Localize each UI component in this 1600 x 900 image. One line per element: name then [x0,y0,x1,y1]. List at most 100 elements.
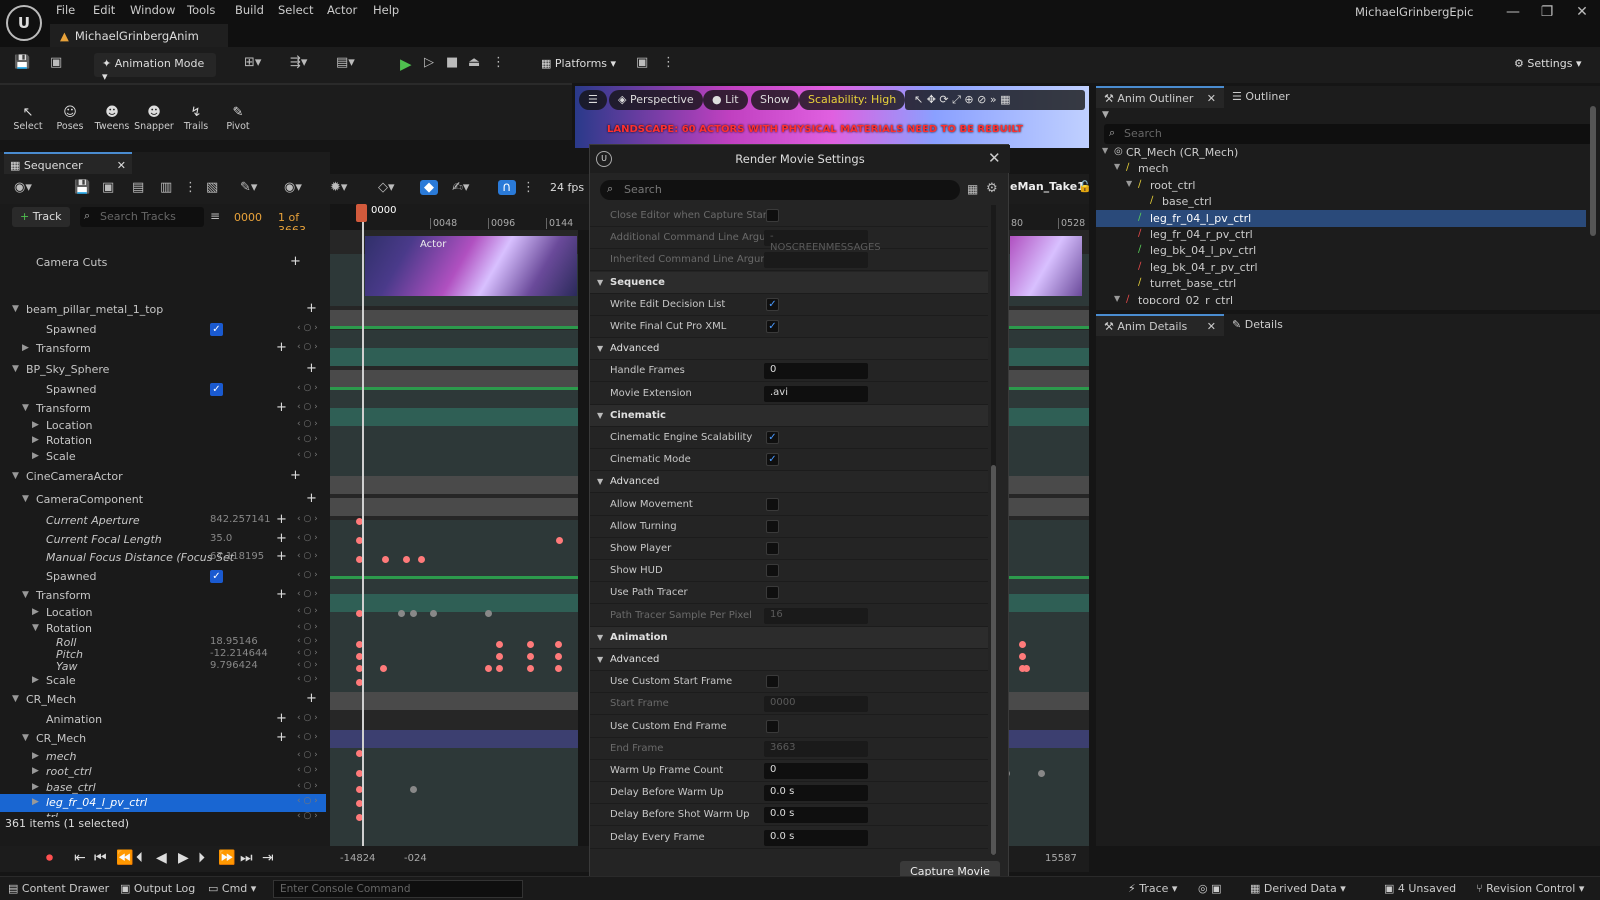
revision-control-button[interactable]: ⑂ Revision Control ▾ [1476,882,1584,895]
range-end[interactable]: 15587 [1045,853,1077,864]
filter-icon[interactable]: ≡ [210,209,220,223]
keyframe-nav-icon[interactable]: ‹ ○ › [297,551,318,561]
gear-icon[interactable]: ⚙ [986,181,998,196]
step-back-icon[interactable]: ⏴ [136,850,143,866]
keyframe[interactable] [418,556,425,563]
prev-frame-icon[interactable]: ⏪ [116,850,133,866]
keyframe-nav-icon[interactable]: ‹ ○ › [297,622,318,632]
outliner-item[interactable]: ▼ ◎ CR_Mech (CR_Mech) [1096,144,1586,161]
chevron-down-icon[interactable]: ▼ [597,411,603,420]
keyframe-nav-icon[interactable]: ‹ ○ › [297,781,318,791]
content-drawer-button[interactable]: ▤ Content Drawer [8,882,109,895]
track-row[interactable]: ▼ Transform + ‹ ○ › [0,400,326,418]
outliner-filter-icon[interactable]: ▼ [1102,110,1109,120]
track-row[interactable]: Manual Focus Distance (Focus Set 67.11819… [0,549,326,567]
keyframe[interactable] [430,610,437,617]
track-row[interactable]: ▼ Transform + ‹ ○ › [0,587,326,605]
keyframe-nav-icon[interactable]: ‹ ○ › [297,796,318,806]
keyframe[interactable] [1019,641,1026,648]
add-key-icon[interactable]: + [276,340,287,355]
setting-checkbox[interactable]: ✓ [766,431,779,444]
cinematics-icon[interactable]: ▤▾ [336,55,355,75]
keyframe-nav-icon[interactable]: ‹ ○ › [297,660,318,670]
timeline-lane[interactable] [330,370,578,388]
keyframe[interactable] [382,556,389,563]
add-key-icon[interactable]: + [276,400,287,415]
add-key-icon[interactable]: + [276,711,287,726]
outliner-scrollbar[interactable] [1590,106,1596,236]
track-row[interactable]: Current Aperture 842.257141 + ‹ ○ › [0,512,326,530]
scalability-button[interactable]: Scalability: High [799,90,906,110]
playhead-handle[interactable] [356,204,367,222]
chevron-right-icon[interactable]: ▶ [32,420,39,430]
keyframe[interactable] [555,653,562,660]
timeline-lane[interactable] [330,408,578,426]
chevron-down-icon[interactable]: ▼ [1114,162,1120,171]
outliner-item[interactable]: ∕ turret_base_ctrl [1096,275,1586,292]
mode-pivot-button[interactable]: ✎ Pivot [218,105,258,132]
keyframe-nav-icon[interactable]: ‹ ○ › [297,713,318,723]
timeline-lane[interactable] [330,390,578,408]
menu-actor[interactable]: Actor [327,3,357,19]
seq-more-icon[interactable]: ⋮ [184,180,197,195]
add-key-icon[interactable]: + [276,512,287,527]
track-row[interactable]: ▼ CR_Mech + [0,691,326,709]
mode-selector[interactable]: ✦ Animation Mode ▾ [94,53,216,83]
mode-tweens-button[interactable]: ☻ Tweens [92,105,132,132]
track-row[interactable]: Animation + ‹ ○ › [0,711,326,729]
save-icon[interactable]: 💾 [14,55,30,75]
track-row[interactable]: ▼ CameraComponent + [0,491,326,509]
timeline-lane[interactable] [330,748,578,846]
unreal-logo-icon[interactable]: U [6,5,42,41]
chevron-down-icon[interactable]: ▼ [22,590,29,600]
search-tracks-input[interactable]: ⌕ Search Tracks [80,207,204,227]
table-view-icon[interactable]: ▦ [967,182,978,196]
keyframe[interactable] [527,653,534,660]
add-key-icon[interactable]: + [306,361,317,376]
outliner-item[interactable]: ∕ leg_bk_04_l_pv_ctrl [1096,242,1586,259]
keyframe[interactable] [403,556,410,563]
chevron-right-icon[interactable]: ▶ [32,451,39,461]
track-value[interactable]: 842.257141 [210,514,270,525]
frame-rate[interactable]: 24 fps [550,181,584,194]
spawned-checkbox[interactable]: ✓ [210,383,223,396]
track-row[interactable]: Camera Cuts + [0,254,326,272]
setting-input[interactable]: 0 [764,763,868,779]
keyframe[interactable] [555,665,562,672]
chevron-down-icon[interactable]: ▼ [597,477,603,486]
timeline-lane[interactable] [330,692,578,710]
wrench-icon[interactable]: ✎▾ [240,180,257,195]
setting-checkbox[interactable] [766,586,779,600]
perspective-button[interactable]: ◈ Perspective [609,90,703,110]
outliner-item[interactable]: ▼ ∕ topcord_02_r_ctrl [1096,292,1586,304]
console-input[interactable]: Enter Console Command [273,880,523,898]
tab-outliner[interactable]: ☰ Outliner [1224,86,1298,108]
record-icon[interactable]: ⏺ [46,850,53,866]
keyframe-nav-icon[interactable]: ‹ ○ › [297,570,318,580]
timeline-lane[interactable] [330,498,578,516]
keyframe[interactable] [1038,770,1045,777]
time-ruler-right[interactable]: 80 0528 [1000,204,1089,230]
clapper-icon[interactable]: ▥ [160,180,172,195]
outliner-item[interactable]: ∕ leg_bk_04_r_pv_ctrl [1096,259,1586,276]
chevron-right-icon[interactable]: ▶ [22,343,29,353]
mode-trails-button[interactable]: ↯ Trails [176,105,216,132]
setting-input[interactable]: 0.0 s [764,785,868,802]
timeline-lane[interactable] [330,730,578,748]
keyframe-nav-icon[interactable]: ‹ ○ › [297,450,318,460]
chevron-down-icon[interactable]: ▼ [12,694,19,704]
current-frame[interactable]: 0000 [234,211,262,224]
setting-checkbox[interactable]: ✓ [766,453,779,467]
timeline-lane[interactable] [330,612,578,692]
track-row[interactable]: ▼ beam_pillar_metal_1_top + [0,301,326,319]
track-value[interactable]: 9.796424 [210,660,258,671]
chevron-down-icon[interactable]: ▼ [597,655,603,664]
keyframe-icon[interactable]: ◇▾ [378,180,395,195]
keyframe-nav-icon[interactable]: ‹ ○ › [297,402,318,412]
keyframe-nav-icon[interactable]: ‹ ○ › [297,606,318,616]
mode-select-button[interactable]: ↖ Select [8,105,48,132]
setting-checkbox[interactable]: ✓ [766,297,779,311]
find-icon[interactable]: ▣ [102,180,114,195]
setting-checkbox[interactable] [766,564,779,578]
dialog-search-input[interactable]: ⌕ Search [600,180,960,200]
